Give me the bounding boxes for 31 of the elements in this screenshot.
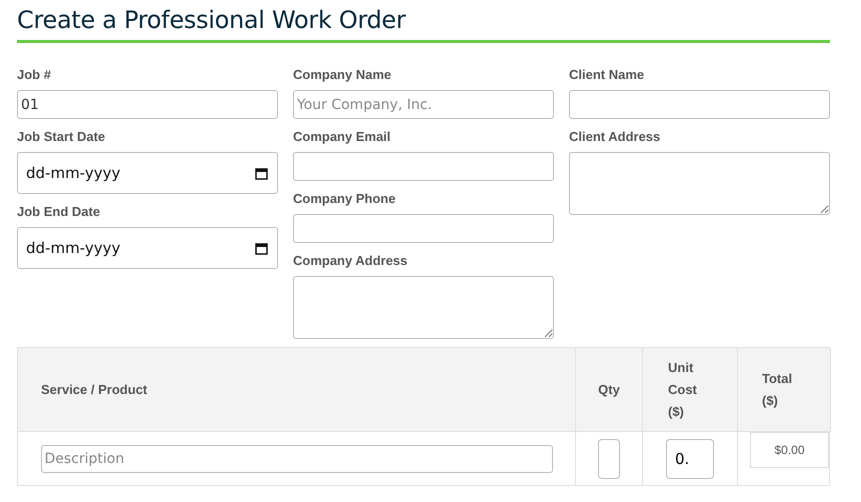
field-label: Client Address	[569, 129, 662, 144]
text-field[interactable]	[569, 90, 830, 119]
date-value: dd-mm-yyyy	[26, 164, 120, 182]
page-title: Create a Professional Work Order	[17, 6, 830, 43]
qty-field[interactable]	[598, 438, 620, 478]
field-label: Job #	[17, 67, 52, 82]
date-field[interactable]: dd-mm-yyyy	[17, 227, 278, 269]
textarea-field[interactable]	[569, 152, 830, 215]
table-header: Unit Cost ($)	[643, 348, 738, 432]
text-field[interactable]: Your Company, Inc.	[293, 90, 554, 119]
text-field[interactable]	[293, 152, 554, 181]
table-header: Qty	[576, 348, 643, 432]
unit-cost-field[interactable]: 0.	[666, 438, 714, 478]
calendar-icon[interactable]	[255, 166, 268, 180]
field-label: Job End Date	[17, 204, 102, 219]
text-field[interactable]	[293, 214, 554, 243]
field-label: Company Phone	[293, 191, 397, 206]
field-label: Company Name	[293, 67, 392, 82]
field-label: Job Start Date	[17, 129, 106, 144]
field-label: Company Email	[293, 129, 392, 144]
total-value: $0.00	[750, 432, 829, 468]
table-header: Service / Product	[18, 348, 576, 432]
calendar-icon[interactable]	[255, 242, 268, 254]
table-header: Total ($)	[738, 348, 831, 432]
textarea-field[interactable]	[293, 276, 554, 339]
date-field[interactable]: dd-mm-yyyy	[17, 152, 278, 194]
date-value: dd-mm-yyyy	[26, 239, 120, 257]
field-label: Company Address	[293, 253, 408, 268]
text-field[interactable]: 01	[17, 90, 278, 119]
field-label: Client Name	[569, 67, 646, 82]
description-field[interactable]: Description	[40, 444, 552, 472]
